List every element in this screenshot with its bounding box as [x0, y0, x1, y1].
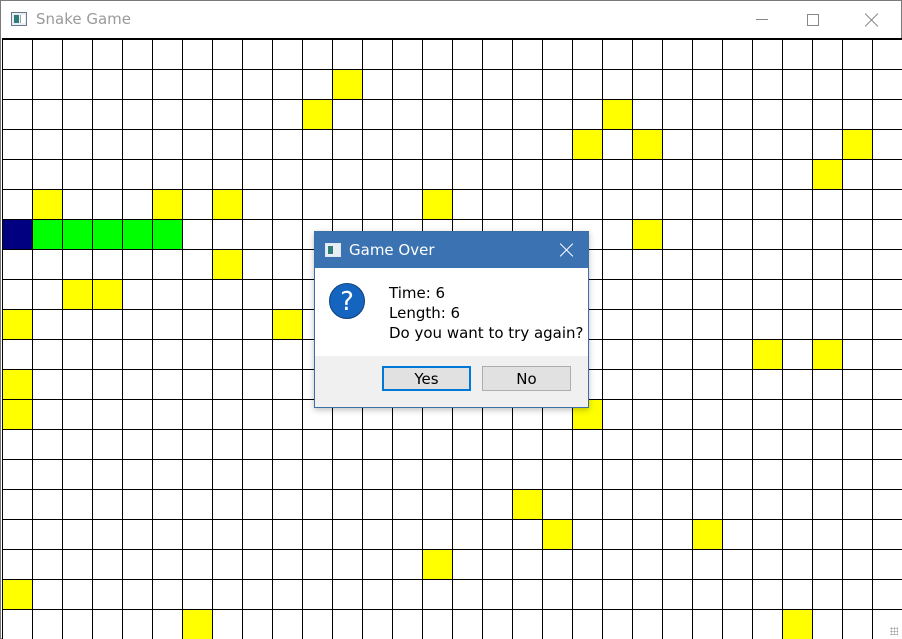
food-cell: [213, 190, 242, 219]
food-cell: [423, 190, 452, 219]
food-cell: [543, 520, 572, 549]
food-cell: [183, 610, 212, 639]
retry-question-text: Do you want to try again?: [389, 324, 584, 342]
food-cell: [813, 160, 842, 189]
food-cell: [333, 70, 362, 99]
close-icon: [560, 243, 574, 257]
food-cell: [153, 190, 182, 219]
close-button[interactable]: [849, 1, 894, 38]
snake-body-cell: [153, 220, 182, 249]
dialog-body: ? Time: 6 Length: 6 Do you want to try a…: [315, 268, 588, 356]
food-cell: [3, 370, 32, 399]
snake-body-cell: [123, 220, 152, 249]
food-cell: [633, 130, 662, 159]
minimize-icon: [755, 19, 768, 20]
food-cell: [813, 340, 842, 369]
dialog-message: Time: 6 Length: 6 Do you want to try aga…: [389, 283, 584, 343]
dialog-title-bar[interactable]: Game Over: [315, 232, 588, 268]
maximize-icon: [806, 13, 819, 26]
dialog-close-button[interactable]: [546, 232, 588, 268]
food-cell: [513, 490, 542, 519]
food-cell: [213, 250, 242, 279]
food-cell: [303, 100, 332, 129]
food-cell: [3, 400, 32, 429]
food-cell: [633, 220, 662, 249]
app-icon: [11, 12, 27, 26]
food-cell: [3, 310, 32, 339]
snake-head-cell: [3, 220, 32, 249]
question-icon: ?: [329, 283, 365, 319]
close-icon: [865, 13, 879, 27]
maximize-button[interactable]: [790, 1, 835, 38]
time-text: Time: 6: [389, 284, 446, 302]
food-cell: [753, 340, 782, 369]
snake-body-cell: [63, 220, 92, 249]
food-cell: [63, 280, 92, 309]
food-cell: [273, 310, 302, 339]
minimize-button[interactable]: [739, 1, 784, 38]
window-title: Snake Game: [36, 10, 132, 28]
dialog-footer: Yes No: [315, 356, 588, 407]
yes-button[interactable]: Yes: [382, 366, 471, 391]
no-button[interactable]: No: [482, 366, 571, 391]
food-cell: [33, 190, 62, 219]
length-text: Length: 6: [389, 304, 461, 322]
food-cell: [843, 130, 872, 159]
food-cell: [3, 580, 32, 609]
food-cell: [423, 550, 452, 579]
snake-body-cell: [93, 220, 122, 249]
dialog-title: Game Over: [349, 241, 435, 259]
food-cell: [603, 100, 632, 129]
food-cell: [573, 130, 602, 159]
dialog-app-icon: [325, 243, 341, 257]
food-cell: [93, 280, 122, 309]
title-bar[interactable]: Snake Game: [1, 1, 901, 38]
resize-grip-icon[interactable]: [890, 627, 898, 635]
food-cell: [693, 520, 722, 549]
game-over-dialog: Game Over ? Time: 6 Length: 6 Do you wan…: [314, 231, 589, 408]
snake-body-cell: [33, 220, 62, 249]
food-cell: [783, 610, 812, 639]
